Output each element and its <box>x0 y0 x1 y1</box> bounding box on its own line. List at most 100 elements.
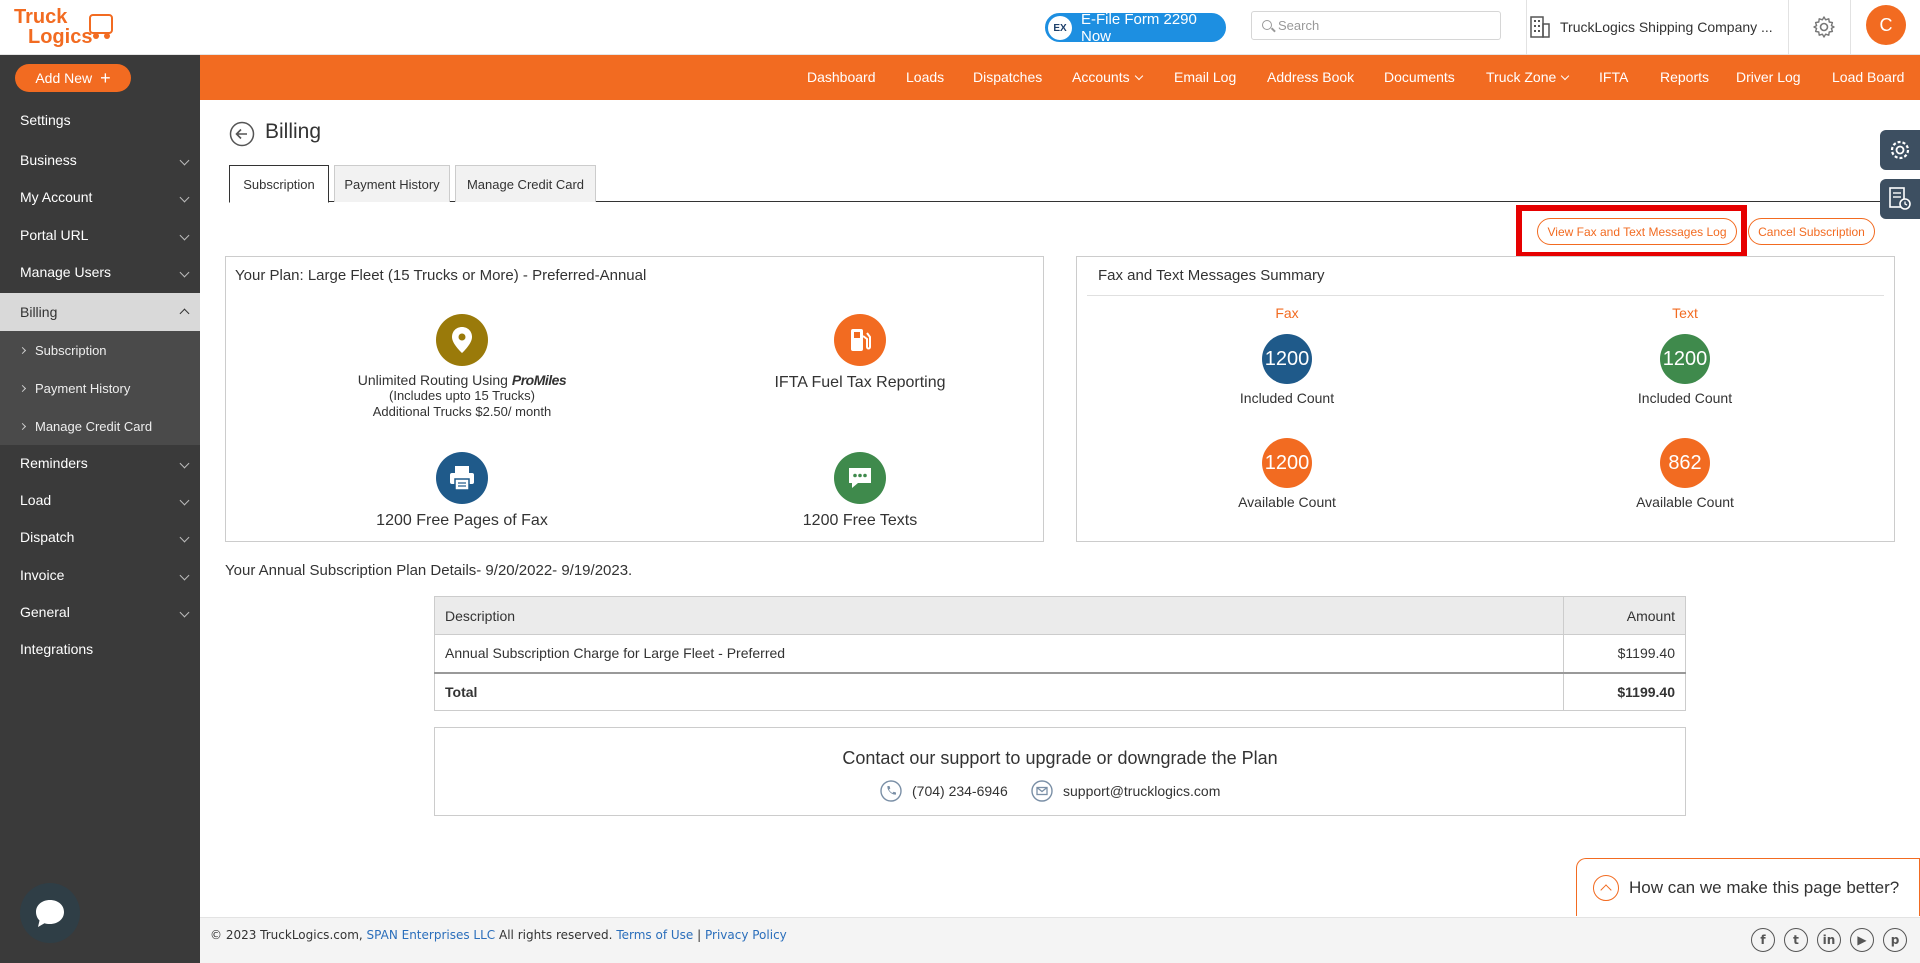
copyright-text: © 2023 TruckLogics.com, <box>210 928 363 942</box>
view-fax-text-log-button[interactable]: View Fax and Text Messages Log <box>1537 218 1737 245</box>
routing-feature: Unlimited Routing Using ProMiles (Includ… <box>356 372 568 420</box>
feedback-widget[interactable]: How can we make this page better? <box>1576 858 1920 916</box>
promiles-logo: ProMiles <box>511 372 567 388</box>
chevron-up-icon <box>179 308 190 319</box>
summary-divider <box>1087 295 1884 296</box>
sidebar-item-manage-users[interactable]: Manage Users <box>0 257 200 287</box>
efile-icon: EX <box>1048 16 1072 40</box>
routing-line-1: Unlimited Routing Using ProMiles <box>356 372 568 388</box>
back-arrow-icon[interactable] <box>229 121 255 147</box>
nav-email-log[interactable]: Email Log <box>1174 55 1236 100</box>
tab-subscription[interactable]: Subscription <box>229 165 329 203</box>
span-enterprises-link[interactable]: SPAN Enterprises LLC <box>367 928 496 942</box>
chevron-down-icon <box>179 458 190 468</box>
fax-available-label: Available Count <box>1238 494 1336 510</box>
svg-text:Truck: Truck <box>14 6 68 28</box>
fuel-pump-icon <box>834 314 886 366</box>
document-clock-icon <box>1889 187 1911 210</box>
text-label: Text <box>1672 305 1698 321</box>
nav-accounts[interactable]: Accounts <box>1072 55 1143 100</box>
sidebar-item-label: Load <box>20 492 52 508</box>
chevron-down-icon <box>179 570 190 580</box>
sidebar-item-integrations[interactable]: Integrations <box>0 634 200 664</box>
nav-truck-zone[interactable]: Truck Zone <box>1486 55 1570 100</box>
nav-dashboard[interactable]: Dashboard <box>807 55 876 100</box>
map-pin-icon <box>436 314 488 366</box>
top-header: Truck Logics EX E-File Form 2290 Now Sea… <box>0 0 1920 55</box>
sidebar-item-load[interactable]: Load <box>0 485 200 515</box>
nav-ifta[interactable]: IFTA <box>1599 55 1628 100</box>
pinterest-icon[interactable]: p <box>1883 928 1907 952</box>
header-divider <box>1850 0 1851 55</box>
help-settings-tab[interactable] <box>1880 130 1920 170</box>
sidebar-item-label: Settings <box>20 112 71 128</box>
nav-driver-log[interactable]: Driver Log <box>1736 55 1801 100</box>
sidebar-item-label: My Account <box>20 189 93 205</box>
company-selector[interactable]: TruckLogics Shipping Company ... <box>1530 12 1780 42</box>
text-available-label: Available Count <box>1636 494 1734 510</box>
header-divider <box>1526 0 1527 55</box>
linkedin-icon[interactable]: in <box>1817 928 1841 952</box>
sidebar-subitem-subscription[interactable]: Subscription <box>0 331 200 369</box>
efile-2290-button[interactable]: EX E-File Form 2290 Now <box>1045 11 1226 45</box>
nav-reports[interactable]: Reports <box>1660 55 1709 100</box>
sidebar-subitem-manage-credit-card[interactable]: Manage Credit Card <box>0 407 200 445</box>
total-amount: $1199.40 <box>1563 671 1686 711</box>
sidebar-item-label: Invoice <box>20 567 65 583</box>
cancel-subscription-button[interactable]: Cancel Subscription <box>1748 218 1875 245</box>
tab-manage-credit-card[interactable]: Manage Credit Card <box>455 165 596 202</box>
chevron-down-icon <box>1561 71 1570 81</box>
sidebar-item-reminders[interactable]: Reminders <box>0 448 200 478</box>
gear-icon[interactable] <box>1812 15 1836 39</box>
row-description: Annual Subscription Charge for Large Fle… <box>434 634 1564 673</box>
activity-log-tab[interactable] <box>1880 179 1920 219</box>
message-icon <box>834 452 886 504</box>
nav-accounts-label: Accounts <box>1072 69 1130 85</box>
tab-payment-history[interactable]: Payment History <box>334 165 450 202</box>
sidebar-item-label: Manage Users <box>20 264 112 280</box>
sidebar-item-billing[interactable]: Billing <box>0 293 200 331</box>
nav-documents[interactable]: Documents <box>1384 55 1455 100</box>
main-nav: Dashboard Loads Dispatches Accounts Emai… <box>200 55 1920 100</box>
twitter-icon[interactable]: t <box>1784 928 1808 952</box>
trucklogics-logo[interactable]: Truck Logics <box>14 5 116 49</box>
sidebar-item-business[interactable]: Business <box>0 145 200 175</box>
nav-dispatches[interactable]: Dispatches <box>973 55 1042 100</box>
sidebar-item-portal-url[interactable]: Portal URL <box>0 220 200 250</box>
chevron-down-icon <box>179 230 190 240</box>
nav-loads[interactable]: Loads <box>906 55 944 100</box>
sidebar-item-invoice[interactable]: Invoice <box>0 560 200 590</box>
terms-link[interactable]: Terms of Use <box>616 928 693 942</box>
support-email[interactable]: support@trucklogics.com <box>1031 780 1220 802</box>
youtube-icon[interactable]: ▶ <box>1850 928 1874 952</box>
sidebar-item-label: Reminders <box>20 455 88 471</box>
support-gear-icon <box>1890 140 1910 160</box>
add-new-button[interactable]: Add New + <box>15 64 131 92</box>
support-phone[interactable]: (704) 234-6946 <box>880 780 1008 802</box>
phone-icon <box>880 780 902 802</box>
nav-address-book[interactable]: Address Book <box>1267 55 1354 100</box>
chevron-right-icon <box>18 346 27 354</box>
avatar[interactable]: C <box>1866 5 1906 45</box>
building-icon <box>1530 16 1550 38</box>
mail-icon <box>1031 780 1053 802</box>
chevron-down-icon <box>179 495 190 505</box>
facebook-icon[interactable]: f <box>1751 928 1775 952</box>
sidebar-item-settings[interactable]: Settings <box>0 105 200 135</box>
sidebar-item-my-account[interactable]: My Account <box>0 182 200 212</box>
billing-submenu: Subscription Payment History Manage Cred… <box>0 331 200 445</box>
plan-panel: Your Plan: Large Fleet (15 Trucks or Mor… <box>225 256 1044 542</box>
plan-details-heading: Your Annual Subscription Plan Details- 9… <box>225 562 633 579</box>
plus-icon: + <box>100 68 111 88</box>
chat-widget-button[interactable] <box>20 883 80 943</box>
chevron-down-icon <box>179 267 190 277</box>
sidebar-item-general[interactable]: General <box>0 597 200 627</box>
search-input[interactable]: Search <box>1251 11 1501 40</box>
page-title: Billing <box>265 120 322 143</box>
sidebar-subitem-payment-history[interactable]: Payment History <box>0 369 200 407</box>
privacy-link[interactable]: Privacy Policy <box>705 928 787 942</box>
total-label: Total <box>434 671 1564 711</box>
nav-load-board[interactable]: Load Board <box>1832 55 1904 100</box>
row-amount: $1199.40 <box>1563 634 1686 673</box>
sidebar-item-dispatch[interactable]: Dispatch <box>0 522 200 552</box>
